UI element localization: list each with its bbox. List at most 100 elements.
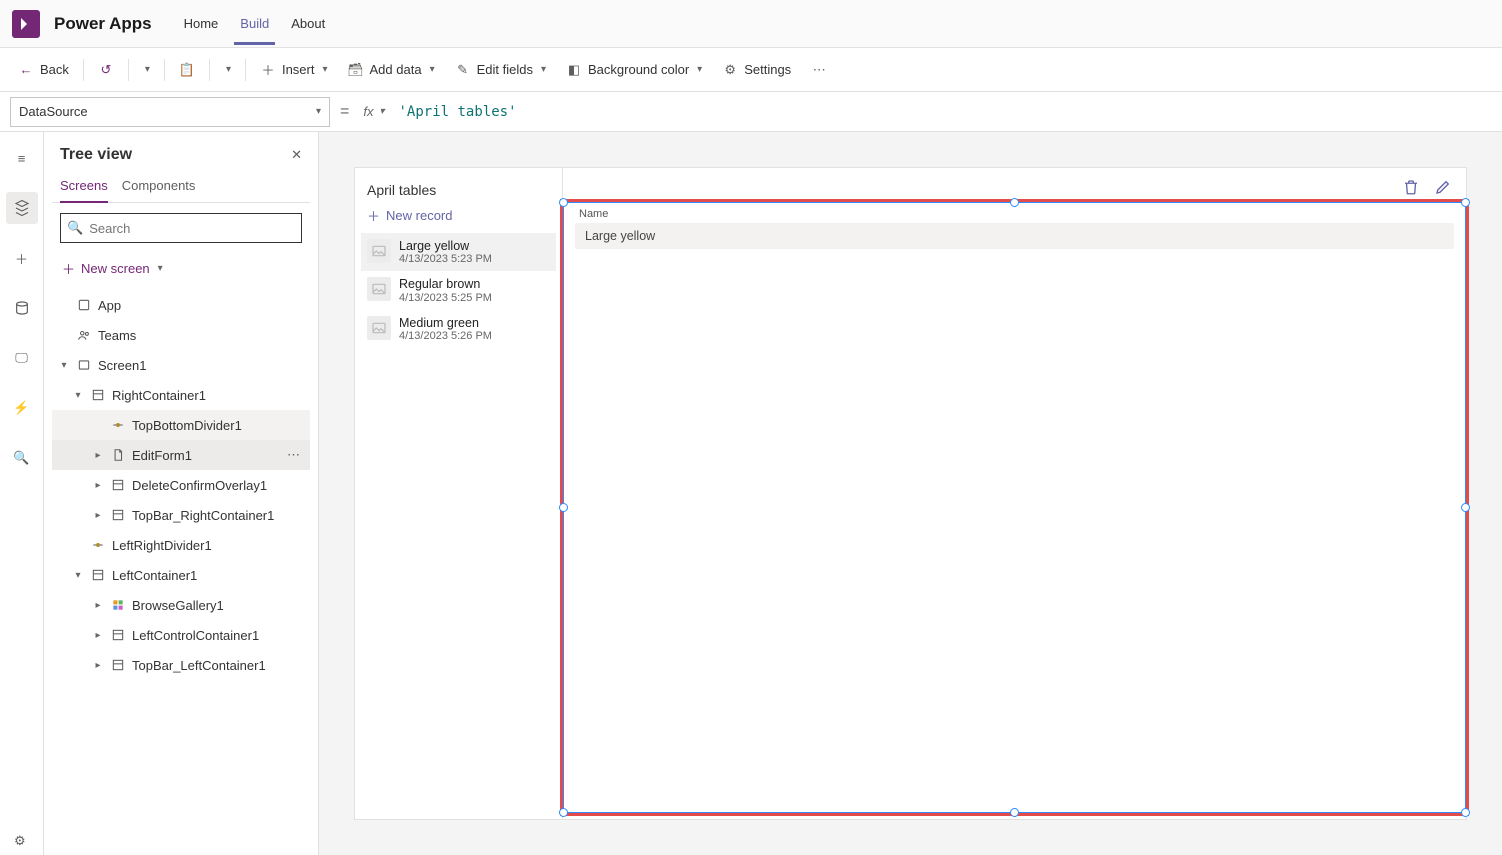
tree-item[interactable]: ▸ LeftControlContainer1 bbox=[52, 620, 310, 650]
ellipsis-icon: ⋯ bbox=[811, 62, 827, 78]
back-arrow-icon: ← bbox=[18, 62, 34, 78]
edit-fields-button[interactable]: ✎ Edit fields ▾ bbox=[447, 56, 554, 84]
rail-search[interactable]: 🔍 bbox=[6, 442, 38, 474]
close-panel-button[interactable]: ✕ bbox=[291, 147, 302, 163]
tree-item-label: LeftRightDivider1 bbox=[112, 538, 212, 553]
separator bbox=[83, 59, 84, 81]
tree-search[interactable]: 🔍 bbox=[60, 213, 302, 243]
plus-icon: ＋ bbox=[62, 259, 75, 278]
chevron-icon[interactable]: ▸ bbox=[92, 660, 104, 671]
image-placeholder-icon bbox=[367, 239, 391, 263]
resize-handle[interactable] bbox=[1461, 503, 1470, 512]
undo-dropdown[interactable]: ▾ bbox=[135, 58, 158, 81]
formula-input[interactable] bbox=[399, 97, 1493, 127]
tree-item[interactable]: ▾Screen1 bbox=[52, 350, 310, 380]
tab-about[interactable]: About bbox=[285, 2, 331, 45]
chevron-down-icon: ▾ bbox=[226, 64, 231, 75]
paste-dropdown[interactable]: ▾ bbox=[216, 58, 239, 81]
global-settings-button[interactable]: ⚙ bbox=[14, 833, 26, 849]
tree-item-label: DeleteConfirmOverlay1 bbox=[132, 478, 267, 493]
tree-item[interactable]: ▸ TopBar_RightContainer1 bbox=[52, 500, 310, 530]
tree-item[interactable]: ▸ DeleteConfirmOverlay1 bbox=[52, 470, 310, 500]
resize-handle[interactable] bbox=[1010, 198, 1019, 207]
undo-button[interactable]: ↺ bbox=[90, 56, 122, 84]
tree-item[interactable]: ▸EditForm1⋯ bbox=[52, 440, 310, 470]
new-screen-label: New screen bbox=[81, 261, 150, 276]
add-data-label: Add data bbox=[370, 62, 422, 77]
data-icon: 🗃 bbox=[348, 62, 364, 78]
add-data-button[interactable]: 🗃 Add data ▾ bbox=[340, 56, 443, 84]
tree-tab-screens[interactable]: Screens bbox=[60, 170, 108, 203]
paste-button[interactable]: 📋 bbox=[171, 56, 203, 84]
tree-item-label: TopBar_RightContainer1 bbox=[132, 508, 274, 523]
tree-tab-components[interactable]: Components bbox=[122, 170, 196, 202]
chevron-icon[interactable]: ▸ bbox=[92, 450, 104, 461]
rail-data[interactable] bbox=[6, 292, 38, 324]
tab-build[interactable]: Build bbox=[234, 2, 275, 45]
new-record-button[interactable]: ＋ New record bbox=[361, 198, 556, 233]
tree-tabs: Screens Components bbox=[52, 170, 310, 203]
resize-handle[interactable] bbox=[1461, 198, 1470, 207]
tab-home[interactable]: Home bbox=[178, 2, 225, 45]
tree-item[interactable]: ▾RightContainer1 bbox=[52, 380, 310, 410]
form-field-value[interactable]: Large yellow bbox=[575, 223, 1454, 249]
ellipsis-icon[interactable]: ⋯ bbox=[287, 447, 306, 463]
resize-handle[interactable] bbox=[1461, 808, 1470, 817]
property-select[interactable]: DataSource ▾ bbox=[10, 97, 330, 127]
tree-item-label: Teams bbox=[98, 328, 136, 343]
rail-insert[interactable]: ＋ bbox=[6, 242, 38, 274]
property-value: DataSource bbox=[19, 104, 88, 119]
chevron-icon[interactable]: ▸ bbox=[92, 600, 104, 611]
app-preview-frame: April tables ＋ New record Large yellow4/… bbox=[355, 168, 1466, 819]
tree-item-icon bbox=[76, 327, 92, 343]
overflow-button[interactable]: ⋯ bbox=[803, 56, 835, 84]
chevron-icon[interactable]: ▸ bbox=[92, 630, 104, 641]
top-tabs: Home Build About bbox=[178, 2, 332, 45]
record-title: Regular brown bbox=[399, 277, 492, 291]
tree-item-label: App bbox=[98, 298, 121, 313]
tree-search-input[interactable] bbox=[89, 221, 295, 236]
fx-button[interactable]: fx ▾ bbox=[359, 104, 388, 119]
rail-power-automate[interactable]: ⚡ bbox=[6, 392, 38, 424]
rail-tree-view[interactable] bbox=[6, 192, 38, 224]
chevron-icon[interactable]: ▾ bbox=[72, 570, 84, 581]
record-item[interactable]: Medium green4/13/2023 5:26 PM bbox=[361, 310, 556, 348]
record-item[interactable]: Large yellow4/13/2023 5:23 PM bbox=[361, 233, 556, 271]
tree-item[interactable]: Teams bbox=[52, 320, 310, 350]
tree-item[interactable]: ▾LeftContainer1 bbox=[52, 560, 310, 590]
chevron-icon[interactable]: ▾ bbox=[72, 390, 84, 401]
tree-item-label: TopBar_LeftContainer1 bbox=[132, 658, 266, 673]
background-color-button[interactable]: ◧ Background color ▾ bbox=[558, 56, 710, 84]
resize-handle[interactable] bbox=[1010, 808, 1019, 817]
chevron-icon[interactable]: ▸ bbox=[92, 480, 104, 491]
chevron-icon[interactable]: ▾ bbox=[58, 360, 70, 371]
main-body: ≡ ＋ 🖵 ⚡ 🔍 Tree view ✕ Screens Components… bbox=[0, 132, 1502, 855]
insert-label: Insert bbox=[282, 62, 315, 77]
preview-topbar bbox=[563, 168, 1466, 199]
formula-bar: DataSource ▾ = fx ▾ bbox=[0, 92, 1502, 132]
new-screen-button[interactable]: ＋ New screen ▾ bbox=[60, 253, 302, 284]
chevron-down-icon: ▾ bbox=[145, 64, 150, 75]
tree-item[interactable]: LeftRightDivider1 bbox=[52, 530, 310, 560]
chevron-down-icon: ▾ bbox=[379, 106, 384, 117]
record-item[interactable]: Regular brown4/13/2023 5:25 PM bbox=[361, 271, 556, 309]
gear-icon: ⚙ bbox=[722, 62, 738, 78]
back-button[interactable]: ← Back bbox=[10, 56, 77, 84]
selection-overlay bbox=[563, 202, 1466, 813]
rail-media[interactable]: 🖵 bbox=[6, 342, 38, 374]
tree-item[interactable]: ▸ TopBar_LeftContainer1 bbox=[52, 650, 310, 680]
chevron-icon[interactable]: ▸ bbox=[92, 510, 104, 521]
delete-icon[interactable] bbox=[1402, 178, 1420, 199]
edit-icon[interactable] bbox=[1434, 178, 1452, 199]
insert-button[interactable]: ＋ Insert ▾ bbox=[252, 56, 336, 84]
tree-item[interactable]: TopBottomDivider1 bbox=[52, 410, 310, 440]
settings-button[interactable]: ⚙ Settings bbox=[714, 56, 799, 84]
tree-item-label: LeftControlContainer1 bbox=[132, 628, 259, 643]
image-placeholder-icon bbox=[367, 277, 391, 301]
tree-list: App Teams ▾Screen1▾RightContainer1TopBotto… bbox=[52, 290, 310, 845]
tree-item[interactable]: App bbox=[52, 290, 310, 320]
rail-hamburger[interactable]: ≡ bbox=[6, 142, 38, 174]
record-timestamp: 4/13/2023 5:25 PM bbox=[399, 292, 492, 304]
tree-item[interactable]: ▸BrowseGallery1 bbox=[52, 590, 310, 620]
bg-color-icon: ◧ bbox=[566, 62, 582, 78]
